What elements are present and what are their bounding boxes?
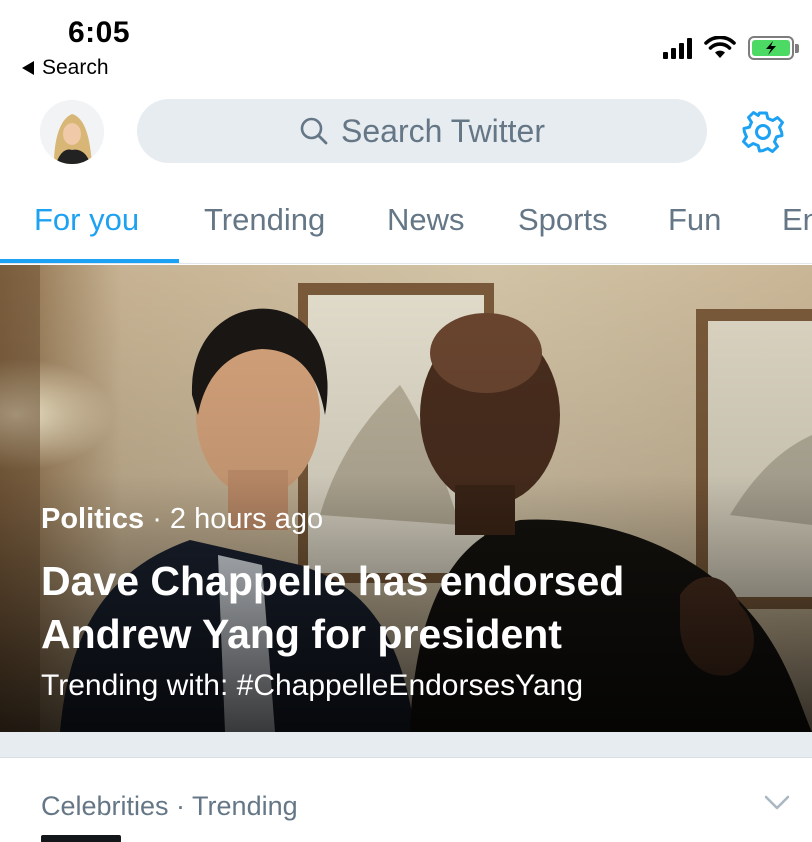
trend-meta: Celebrities · Trending bbox=[41, 791, 298, 821]
clock: 6:05 bbox=[68, 16, 131, 49]
trend-item[interactable]: Celebrities · Trending bbox=[0, 758, 812, 842]
status-icons bbox=[663, 36, 799, 60]
wifi-icon bbox=[704, 36, 736, 58]
hero-trending-with: Trending with: #ChappelleEndorsesYang bbox=[41, 669, 584, 702]
cellular-signal-icon bbox=[663, 37, 692, 59]
back-to-search-button[interactable]: Search bbox=[22, 56, 109, 80]
back-arrow-icon bbox=[22, 61, 34, 75]
hero-category: Politics bbox=[41, 503, 145, 535]
search-icon bbox=[300, 117, 328, 145]
battery-icon bbox=[748, 36, 799, 60]
gear-icon[interactable] bbox=[740, 109, 786, 155]
chevron-down-icon[interactable] bbox=[764, 794, 790, 812]
status-bar: 6:05 Search bbox=[0, 0, 812, 90]
search-input[interactable]: Search Twitter bbox=[137, 99, 707, 163]
tab-trending[interactable]: Trending bbox=[204, 202, 325, 238]
avatar[interactable] bbox=[40, 100, 104, 164]
hero-story-card[interactable]: Politics · 2 hours ago Dave Chappelle ha… bbox=[0, 265, 812, 732]
tab-entertainment[interactable]: En bbox=[782, 202, 812, 238]
explore-tabs: For you Trending News Sports Fun En bbox=[0, 184, 812, 264]
header: Search Twitter bbox=[0, 96, 812, 168]
trend-title-peek bbox=[41, 835, 121, 842]
tab-fun[interactable]: Fun bbox=[668, 202, 721, 238]
active-tab-indicator bbox=[0, 259, 179, 263]
tab-news[interactable]: News bbox=[387, 202, 465, 238]
hero-headline: Dave Chappelle has endorsed Andrew Yang … bbox=[41, 558, 625, 657]
hero-photo bbox=[0, 265, 812, 732]
hero-time: · 2 hours ago bbox=[144, 503, 324, 535]
search-placeholder: Search Twitter bbox=[341, 112, 545, 149]
charging-bolt-icon bbox=[766, 41, 776, 55]
hero-meta: Politics · 2 hours ago bbox=[41, 503, 323, 536]
tab-sports[interactable]: Sports bbox=[518, 202, 608, 238]
section-divider bbox=[0, 732, 812, 758]
back-label: Search bbox=[42, 56, 109, 79]
tab-for-you[interactable]: For you bbox=[34, 202, 139, 238]
